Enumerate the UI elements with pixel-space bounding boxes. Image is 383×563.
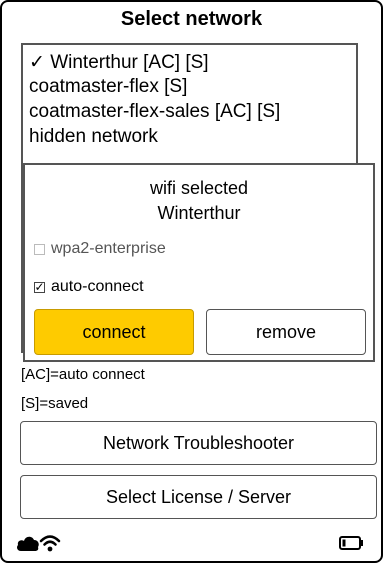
network-troubleshooter-button[interactable]: Network Troubleshooter bbox=[20, 421, 377, 465]
dialog-ssid: Winterthur bbox=[157, 203, 241, 223]
network-item-coatmaster-flex-sales[interactable]: coatmaster-flex-sales [AC] [S] bbox=[29, 101, 280, 123]
page-title: Select network bbox=[120, 8, 263, 30]
remove-button[interactable]: remove bbox=[206, 309, 366, 355]
select-license-server-button[interactable]: Select License / Server bbox=[20, 475, 377, 519]
network-item-coatmaster-flex[interactable]: coatmaster-flex [S] bbox=[29, 76, 187, 98]
auto-connect-checkbox[interactable]: ✓ bbox=[34, 281, 45, 293]
wifi-icon bbox=[39, 535, 61, 552]
battery-icon bbox=[339, 536, 363, 550]
device-screen: Select network ✓ Winterthur [AC] [S] coa… bbox=[0, 0, 383, 563]
network-item-winterthur[interactable]: ✓ Winterthur [AC] [S] bbox=[29, 51, 209, 74]
network-item-hidden-network[interactable]: hidden network bbox=[29, 126, 158, 148]
wifi-selected-dialog: wifi selected Winterthur wpa2-enterprise… bbox=[23, 163, 375, 362]
connect-button[interactable]: connect bbox=[34, 309, 194, 355]
auto-connect-option[interactable]: ✓ auto-connect bbox=[34, 278, 144, 296]
cloud-icon bbox=[17, 536, 39, 551]
dialog-heading: wifi selected bbox=[149, 178, 249, 198]
wpa2-enterprise-label: wpa2-enterprise bbox=[51, 240, 166, 257]
wpa2-enterprise-option: wpa2-enterprise bbox=[34, 240, 166, 258]
wpa2-enterprise-checkbox bbox=[34, 243, 45, 255]
legend-auto-connect: [AC]=auto connect bbox=[21, 366, 145, 383]
auto-connect-label: auto-connect bbox=[51, 278, 144, 295]
legend-saved: [S]=saved bbox=[21, 395, 89, 412]
status-bar bbox=[2, 530, 381, 558]
